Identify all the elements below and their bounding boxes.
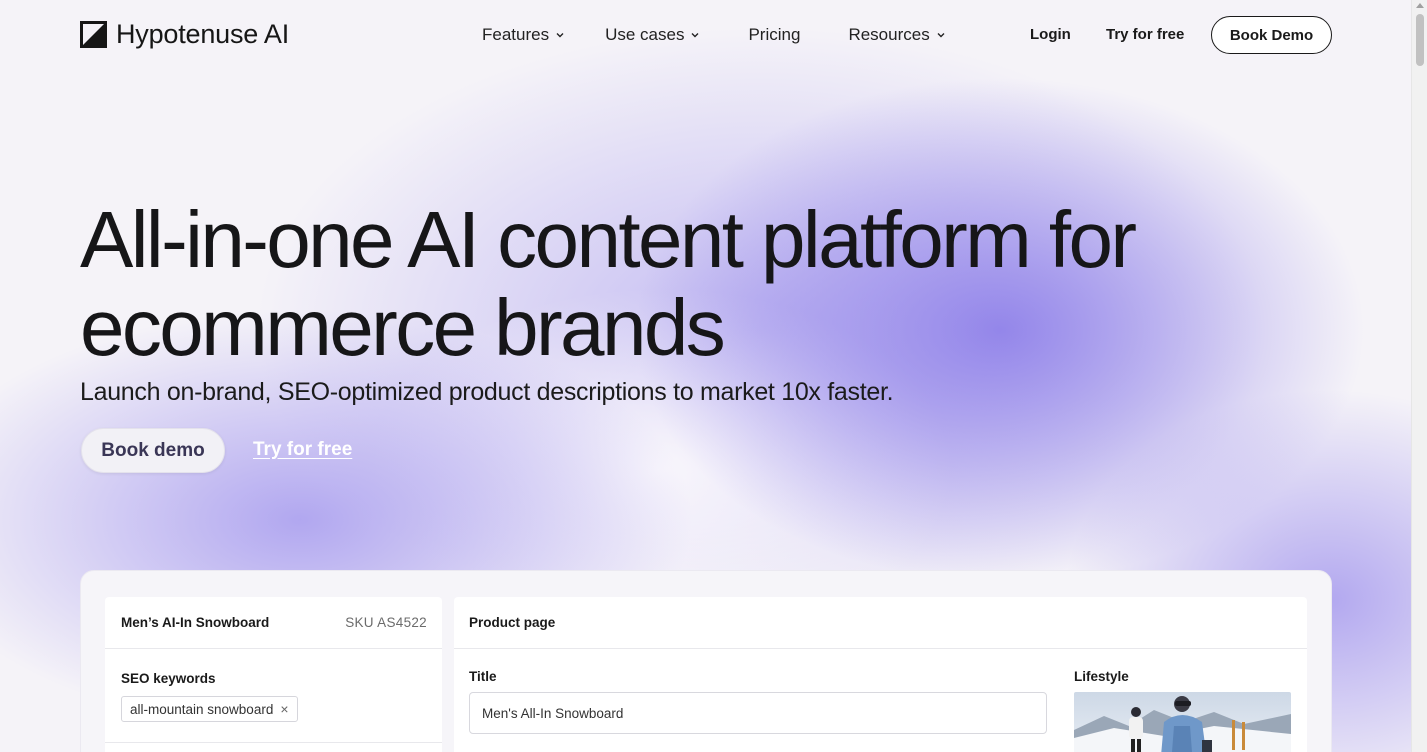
keyword-chip-label: all-mountain snowboard: [130, 701, 274, 717]
keyword-chip[interactable]: all-mountain snowboard ×: [121, 696, 298, 722]
product-sku: SKU AS4522: [345, 615, 427, 630]
nav-resources[interactable]: Resources: [848, 25, 945, 45]
lifestyle-image: [1074, 692, 1291, 752]
hero-title-line1: All-in-one AI content platform for: [80, 195, 1137, 284]
nav-use-cases-label: Use cases: [605, 25, 685, 44]
chevron-down-icon: [937, 33, 945, 38]
site-header: Hypotenuse AI Features Use cases Pricing…: [0, 0, 1411, 72]
lifestyle-label: Lifestyle: [1074, 669, 1129, 684]
nav-resources-label: Resources: [848, 25, 930, 44]
product-name: Men’s AI-In Snowboard: [121, 615, 270, 630]
product-page-label: Product page: [469, 615, 556, 630]
divider: [105, 742, 442, 743]
hero-book-demo-button[interactable]: Book demo: [81, 428, 225, 473]
nav-features-label: Features: [482, 25, 550, 44]
seo-keywords-label: SEO keywords: [121, 671, 216, 686]
nav-features[interactable]: Features: [482, 25, 565, 45]
hero-title-line2: ecommerce brands: [80, 283, 726, 372]
hero-title: All-in-one AI content platform for ecomm…: [80, 196, 1280, 372]
title-input[interactable]: Men's All-In Snowboard: [469, 692, 1047, 734]
product-page-card: Product page Title Men's All-In Snowboar…: [454, 597, 1307, 752]
login-link[interactable]: Login: [1030, 26, 1071, 43]
product-info-card: Men’s AI-In Snowboard SKU AS4522 SEO key…: [105, 597, 442, 752]
main-nav: Features Use cases Pricing Resources: [482, 25, 946, 45]
title-field-label: Title: [469, 669, 497, 684]
divider: [105, 648, 442, 649]
book-demo-button[interactable]: Book Demo: [1211, 16, 1332, 54]
chevron-down-icon: [556, 33, 564, 38]
chevron-down-icon: [691, 33, 699, 38]
scroll-up-arrow-icon[interactable]: [1416, 3, 1424, 8]
nav-use-cases[interactable]: Use cases: [605, 25, 700, 45]
logo-mark-icon: [80, 21, 107, 48]
scrollbar-thumb[interactable]: [1416, 14, 1424, 66]
snowboarder-photo-icon: [1074, 692, 1291, 752]
logo-text: Hypotenuse AI: [116, 19, 290, 49]
remove-keyword-icon[interactable]: ×: [280, 701, 288, 717]
divider: [454, 648, 1307, 649]
logo[interactable]: Hypotenuse AI: [80, 19, 289, 50]
hero-try-for-free-link[interactable]: Try for free: [253, 439, 352, 461]
nav-pricing-label: Pricing: [748, 25, 801, 44]
try-for-free-link[interactable]: Try for free: [1106, 26, 1184, 43]
hero-subtitle: Launch on-brand, SEO-optimized product d…: [80, 378, 894, 406]
nav-pricing[interactable]: Pricing: [748, 25, 800, 45]
title-input-value: Men's All-In Snowboard: [482, 705, 624, 721]
page-scrollbar[interactable]: [1411, 0, 1427, 752]
